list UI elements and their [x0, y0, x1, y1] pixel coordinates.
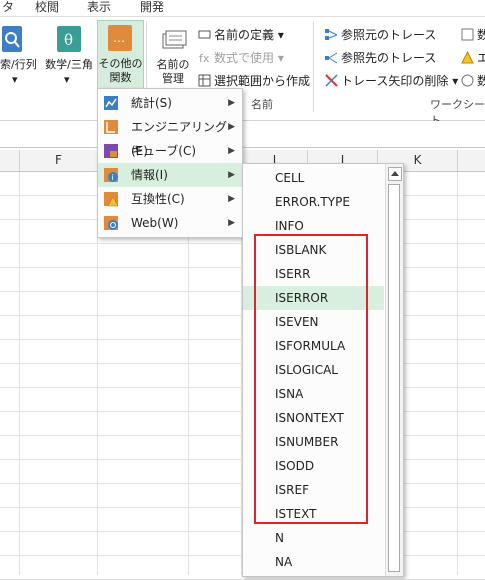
submenu-scrollbar[interactable]	[385, 164, 403, 576]
tab-partial[interactable]: タ	[2, 0, 14, 15]
tab-review[interactable]: 校閲	[35, 0, 59, 15]
menu-item-information-label: 情報(I)	[131, 168, 168, 182]
lookup-dropdown-icon[interactable]: ▾	[12, 73, 18, 87]
define-name-label: 名前の定義	[214, 28, 275, 42]
tab-divider	[0, 16, 485, 17]
information-icon: i	[103, 167, 119, 183]
function-item[interactable]: ERROR.TYPE	[243, 190, 384, 214]
name-manager-label-line2[interactable]: 管理	[153, 72, 193, 86]
submenu-arrow-icon: ▶	[228, 98, 235, 108]
tab-view[interactable]: 表示	[87, 0, 111, 15]
define-name-button[interactable]: 名前の定義 ▾	[198, 26, 284, 43]
submenu-arrow-icon: ▶	[228, 122, 235, 132]
name-manager-label-line1[interactable]: 名前の	[153, 58, 193, 72]
tab-developer[interactable]: 開発	[140, 0, 164, 15]
function-item[interactable]: NA	[243, 550, 384, 574]
scroll-up-button[interactable]	[388, 167, 402, 181]
menu-item-web-label: Web(W)	[131, 216, 179, 230]
more-functions-menu: 統計(S) ▶ エンジニアリング(E) ▶ キューブ(C) ▶ i 情報(I) …	[97, 88, 243, 238]
more-functions-label-line1: その他の	[98, 57, 143, 70]
math-dropdown-icon[interactable]: ▾	[64, 73, 70, 87]
create-from-selection-label: 選択範囲から作成	[214, 74, 311, 88]
cube-icon	[103, 143, 119, 159]
menu-item-compatibility[interactable]: 互換性(C) ▶	[98, 187, 242, 211]
trace-dependents-button[interactable]: 参照先のトレース	[325, 49, 436, 66]
show-formulas-icon	[461, 28, 474, 41]
statistics-icon	[103, 95, 119, 111]
show-formulas-label: 数	[477, 28, 485, 42]
menu-item-engineering[interactable]: エンジニアリング(E) ▶	[98, 115, 242, 158]
formula-icon: fx	[198, 51, 211, 65]
function-item-label: NA	[275, 555, 293, 569]
more-functions-button[interactable]: … その他の 関数	[97, 20, 144, 90]
function-item-label: CELL	[275, 171, 305, 185]
tag-icon	[198, 28, 211, 41]
use-in-formula-label: 数式で使用	[214, 51, 275, 65]
svg-text:fx: fx	[199, 52, 210, 64]
svg-text:θ: θ	[64, 31, 73, 49]
defined-names-group-label: 名前	[251, 98, 273, 111]
web-icon	[103, 215, 119, 231]
submenu-arrow-icon: ▶	[228, 194, 235, 204]
svg-text:i: i	[112, 173, 114, 182]
lookup-button-label[interactable]: 索/行列	[0, 58, 38, 72]
function-item-label: N	[275, 531, 284, 545]
trace-precedents-icon	[325, 28, 338, 41]
name-manager-icon[interactable]	[160, 28, 188, 54]
submenu-arrow-icon: ▶	[228, 218, 235, 228]
menu-item-web[interactable]: Web(W) ▶	[98, 211, 242, 235]
evaluate-icon	[461, 74, 474, 87]
submenu-arrow-icon: ▶	[228, 170, 235, 180]
submenu-arrow-icon: ▶	[228, 146, 235, 156]
error-checking-label: エ	[477, 51, 485, 65]
lookup-icon[interactable]	[2, 26, 22, 52]
menu-item-cube[interactable]: キューブ(C) ▶	[98, 139, 242, 163]
warning-icon	[461, 50, 474, 64]
menu-item-cube-label: キューブ(C)	[131, 144, 197, 158]
column-gridline	[457, 172, 458, 575]
function-item-label: ERROR.TYPE	[275, 195, 350, 209]
more-functions-icon: …	[108, 25, 132, 51]
engineering-icon	[103, 119, 119, 135]
function-item[interactable]: CELL	[243, 166, 384, 190]
create-from-selection-button[interactable]: 選択範囲から作成	[198, 72, 310, 89]
remove-arrows-icon	[325, 74, 338, 87]
menu-item-statistics[interactable]: 統計(S) ▶	[98, 91, 242, 115]
trace-dependents-icon	[325, 51, 338, 64]
more-functions-label-line2: 関数	[109, 71, 132, 84]
menu-item-compatibility-label: 互換性(C)	[131, 192, 185, 206]
compatibility-icon	[103, 191, 119, 207]
scrollbar-thumb[interactable]	[388, 184, 400, 572]
column-header-partial	[0, 150, 20, 171]
show-formulas-button[interactable]: 数	[461, 26, 485, 43]
remove-arrows-label: トレース矢印の削除	[341, 74, 449, 88]
remove-arrows-button[interactable]: トレース矢印の削除 ▾	[325, 72, 458, 89]
error-checking-button[interactable]: エ	[461, 49, 485, 66]
column-gridline	[19, 172, 20, 575]
evaluate-formula-button[interactable]: 数	[461, 72, 485, 89]
highlight-annotation-box	[254, 234, 368, 524]
evaluate-formula-label: 数	[477, 74, 485, 88]
table-grid-icon	[198, 74, 211, 87]
trace-precedents-label: 参照元のトレース	[341, 28, 437, 42]
column-header-f[interactable]: F	[20, 150, 98, 171]
trace-dependents-label: 参照先のトレース	[341, 51, 437, 65]
svg-text:…: …	[113, 31, 125, 45]
menu-item-information[interactable]: i 情報(I) ▶	[98, 163, 242, 187]
menu-item-statistics-label: 統計(S)	[131, 96, 172, 110]
use-in-formula-button[interactable]: fx 数式で使用 ▾	[198, 49, 284, 66]
group-separator	[313, 22, 314, 112]
math-trig-icon[interactable]: θ	[57, 26, 81, 52]
function-item[interactable]: N	[243, 526, 384, 550]
math-trig-button-label[interactable]: 数学/三角	[40, 58, 98, 72]
trace-precedents-button[interactable]: 参照元のトレース	[325, 26, 436, 43]
